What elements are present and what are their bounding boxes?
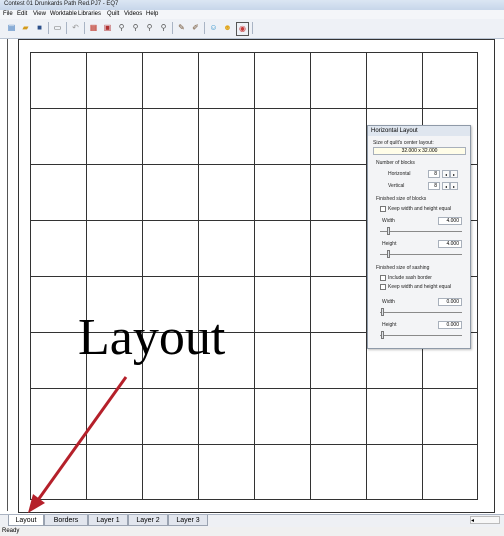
tab-layer-3[interactable]: Layer 3 [168, 515, 208, 526]
sash-width-slider[interactable] [381, 308, 384, 316]
panel-title: Horizontal Layout [368, 126, 470, 136]
horizontal-layout-panel: Horizontal Layout Size of quilt's center… [367, 125, 471, 349]
keep-equal-sash-label: Keep width and height equal [388, 284, 452, 290]
horizontal-label: Horizontal [388, 171, 411, 177]
horizontal-down-icon[interactable]: ◂ [442, 170, 450, 178]
block-width-track [380, 231, 462, 232]
finished-blocks-label: Finished size of blocks [376, 196, 427, 202]
horizontal-scrollbar[interactable]: ◂ [470, 516, 500, 524]
number-of-blocks-label: Number of blocks [376, 160, 415, 166]
vertical-label: Vertical [388, 183, 405, 189]
block-width-slider[interactable] [387, 227, 390, 235]
sash-width-label: Width [382, 299, 395, 305]
horizontal-up-icon[interactable]: ▸ [450, 170, 458, 178]
finished-sashing-label: Finished size of sashing [376, 265, 430, 271]
block-height-label: Height [382, 241, 397, 247]
sash-width-track [380, 312, 462, 313]
tab-layer-1[interactable]: Layer 1 [88, 515, 128, 526]
status-bar: Ready [0, 527, 504, 536]
size-label: Size of quilt's center layout: [373, 140, 434, 146]
block-height-track [380, 254, 462, 255]
block-width-input[interactable]: 4.000 [438, 217, 462, 225]
tab-layer-2[interactable]: Layer 2 [128, 515, 168, 526]
sash-height-input[interactable]: 0.000 [438, 321, 462, 329]
vertical-up-icon[interactable]: ▸ [450, 182, 458, 190]
worktable-tabs: Layout Borders Layer 1 Layer 2 Layer 3 [0, 514, 504, 527]
sash-height-track [380, 335, 462, 336]
tab-layout[interactable]: Layout [8, 515, 44, 526]
keep-equal-blocks-checkbox[interactable] [380, 206, 386, 212]
keep-equal-blocks-label: Keep width and height equal [388, 206, 452, 212]
sash-height-slider[interactable] [381, 331, 384, 339]
scroll-left-icon[interactable]: ◂ [471, 518, 474, 524]
sash-width-input[interactable]: 0.000 [438, 298, 462, 306]
vertical-down-icon[interactable]: ◂ [442, 182, 450, 190]
include-sash-border-checkbox[interactable] [380, 275, 386, 281]
tab-borders[interactable]: Borders [44, 515, 88, 526]
block-height-input[interactable]: 4.000 [438, 240, 462, 248]
keep-equal-sash-checkbox[interactable] [380, 284, 386, 290]
size-value: 32.000 x 32.000 [373, 147, 466, 155]
vertical-input[interactable]: 8 [428, 182, 440, 190]
include-sash-border-label: Include sash border [388, 275, 432, 281]
block-width-label: Width [382, 218, 395, 224]
block-height-slider[interactable] [387, 250, 390, 258]
horizontal-input[interactable]: 8 [428, 170, 440, 178]
status-text: Ready [2, 528, 20, 534]
sash-height-label: Height [382, 322, 397, 328]
